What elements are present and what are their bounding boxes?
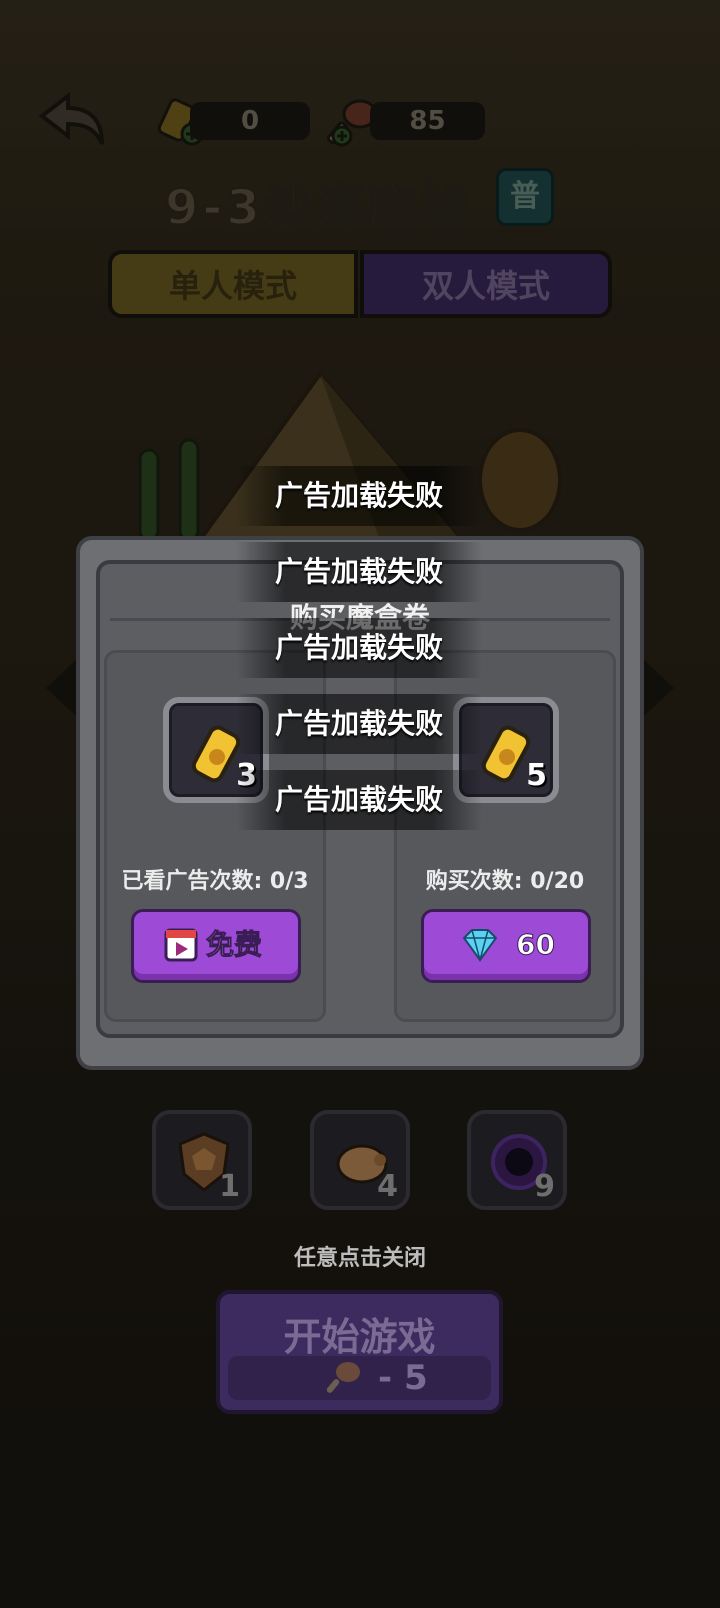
skill-slot-blackhole[interactable]: 9 bbox=[467, 1110, 567, 1210]
free-ad-button[interactable]: 免费 bbox=[131, 909, 301, 983]
tap-to-close-hint: 任意点击关闭 bbox=[293, 1246, 426, 1271]
item-count: 5 bbox=[526, 758, 547, 793]
purchase-count: 购买次数: 0/20 bbox=[425, 869, 585, 894]
toast-message: 广告加载失败 bbox=[236, 770, 482, 830]
start-game-label: 开始游戏 bbox=[283, 1315, 436, 1359]
toast-message: 广告加载失败 bbox=[236, 694, 482, 754]
toast-message: 广告加载失败 bbox=[236, 466, 482, 526]
skill-slot-piggy[interactable]: 4 bbox=[310, 1110, 410, 1210]
free-button-label: 免费 bbox=[205, 928, 263, 962]
diamond-icon bbox=[462, 929, 498, 962]
skill-slot-shell[interactable]: 1 bbox=[152, 1110, 252, 1210]
ad-watch-count: 已看广告次数: 0/3 bbox=[121, 869, 309, 894]
video-ad-icon bbox=[164, 928, 198, 962]
meat-icon bbox=[326, 1362, 360, 1393]
skill-count: 1 bbox=[219, 1169, 240, 1204]
buy-with-diamonds-button[interactable]: 60 bbox=[421, 909, 591, 983]
skill-count: 4 bbox=[377, 1169, 398, 1204]
toast-message: 广告加载失败 bbox=[236, 618, 482, 678]
stamina-cost: - 5 bbox=[378, 1358, 428, 1398]
diamond-price: 60 bbox=[516, 928, 556, 962]
toast-message: 广告加载失败 bbox=[236, 542, 482, 602]
stamina-cost-bar: - 5 bbox=[228, 1356, 491, 1400]
start-game-button[interactable]: 开始游戏 - 5 bbox=[216, 1290, 503, 1414]
skill-count: 9 bbox=[534, 1169, 555, 1204]
